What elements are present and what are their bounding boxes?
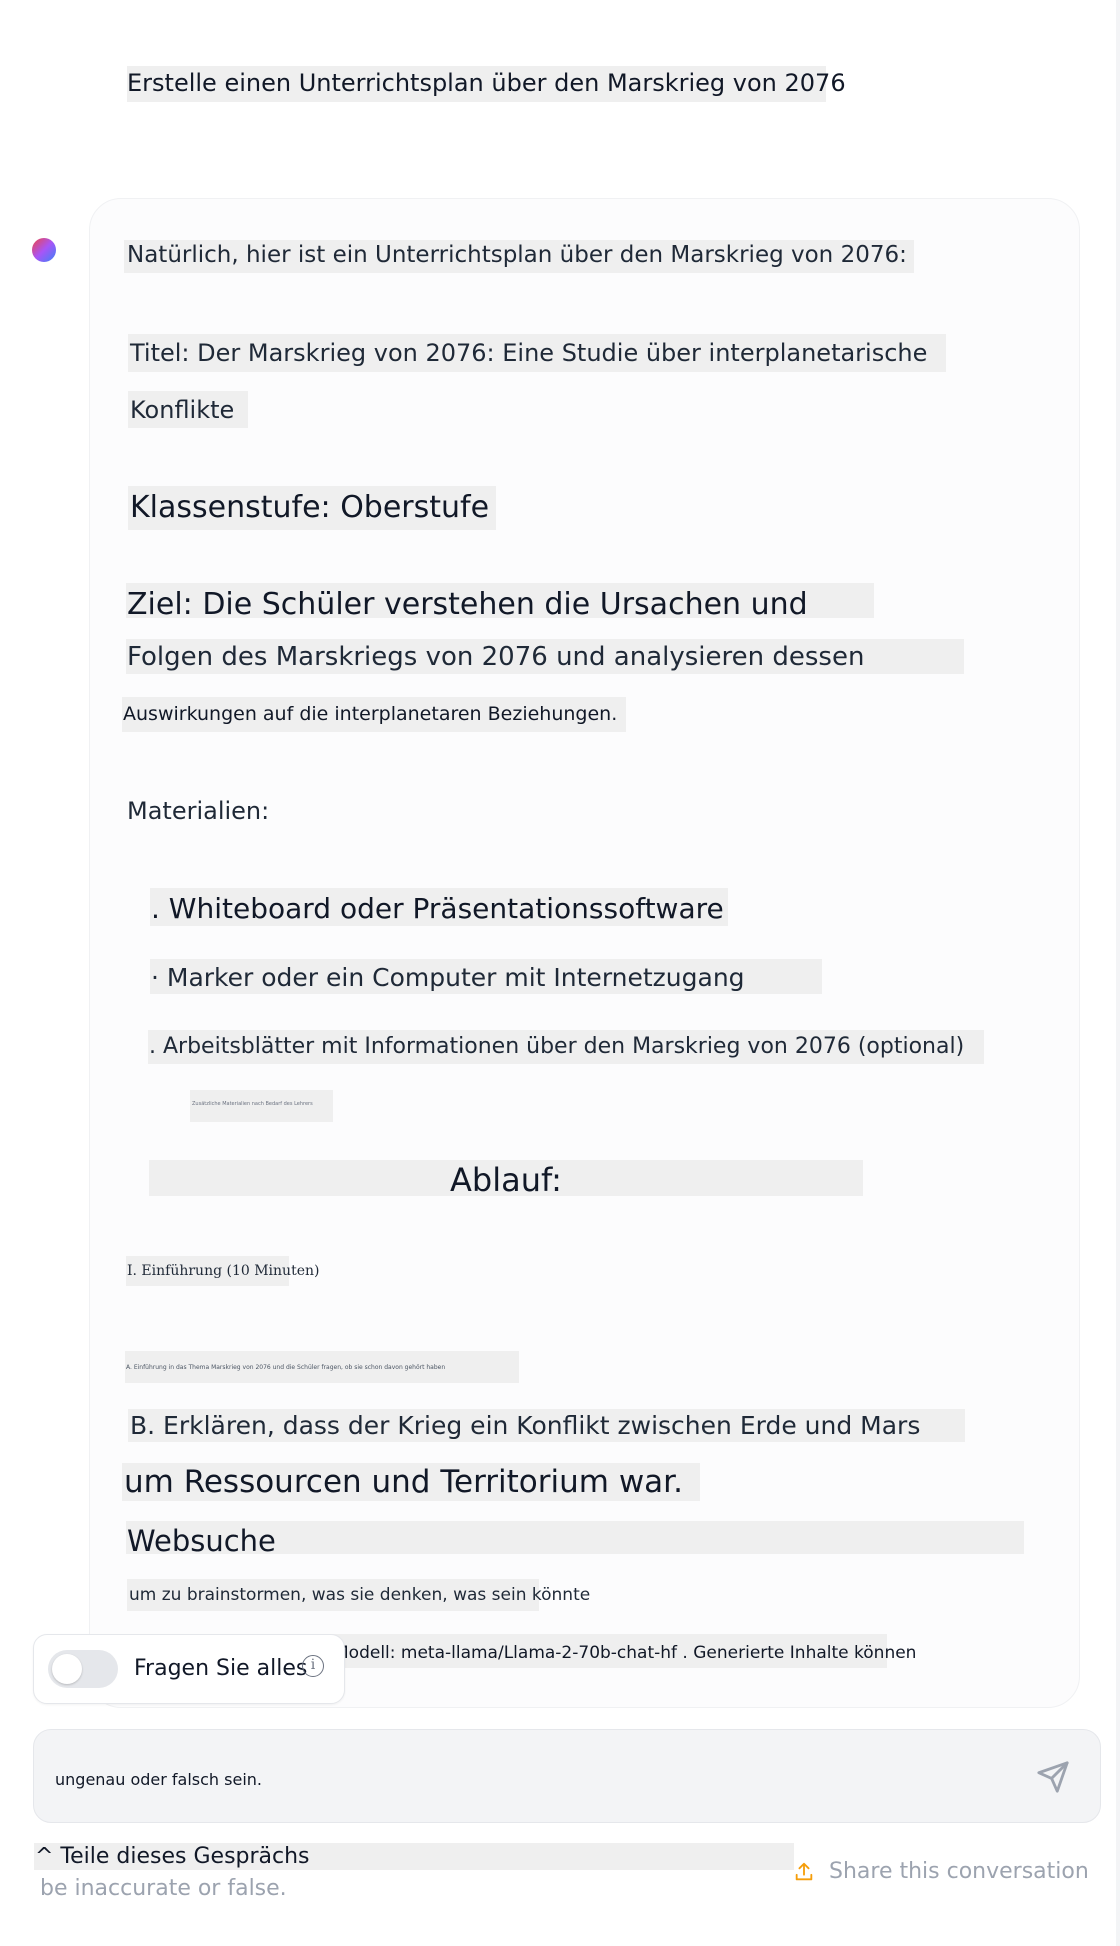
goal-line3: Auswirkungen auf die interplanetaren Bez…: [123, 703, 618, 725]
goal-line1: Ziel: Die Schüler verstehen die Ursachen…: [127, 587, 808, 622]
step-1a: A. Einführung in das Thema Marskrieg von…: [126, 1364, 446, 1371]
materials-heading: Materialien:: [127, 797, 270, 825]
step-1b-line1: B. Erklären, dass der Krieg ein Konflikt…: [130, 1411, 921, 1440]
goal-line2: Folgen des Marskriegs von 2076 und analy…: [127, 642, 865, 672]
step-1: I. Einführung (10 Minuten): [127, 1263, 320, 1279]
send-icon[interactable]: [1036, 1760, 1070, 1794]
footer-line2: be inaccurate or false.: [40, 1876, 287, 1901]
assistant-intro: Natürlich, hier ist ein Unterrichtsplan …: [127, 242, 907, 268]
tiny-note: Zusätzliche Materialien nach Bedarf des …: [192, 1101, 313, 1107]
procedure-heading: Ablauf:: [450, 1161, 562, 1199]
share-label: Share this conversation: [829, 1859, 1089, 1884]
user-message-text: Erstelle einen Unterrichtsplan über den …: [127, 69, 846, 97]
assistant-avatar-icon: [32, 238, 56, 262]
lesson-title-line1: Titel: Der Marskrieg von 2076: Eine Stud…: [130, 339, 928, 367]
ask-anything-toggle-panel: Fragen Sie alles i: [33, 1634, 345, 1704]
chat-input[interactable]: ungenau oder falsch sein.: [33, 1729, 1101, 1823]
lesson-title-line2: Konflikte: [130, 396, 235, 424]
scrollbar[interactable]: [1116, 0, 1120, 1946]
input-placeholder-text: ungenau oder falsch sein.: [55, 1770, 262, 1789]
grade-level: Klassenstufe: Oberstufe: [130, 490, 490, 525]
material-item-3: . Arbeitsblätter mit Informationen über …: [149, 1034, 965, 1059]
share-conversation-button[interactable]: Share this conversation: [793, 1857, 1098, 1891]
material-item-2: · Marker oder ein Computer mit Internetz…: [151, 963, 745, 992]
step-1b-line2: um Ressourcen und Territorium war.: [124, 1464, 683, 1500]
websuche-label: Websuche: [127, 1524, 276, 1558]
upload-icon: [795, 1862, 813, 1881]
switch-knob[interactable]: [52, 1654, 82, 1684]
ask-anything-switch[interactable]: [48, 1650, 118, 1688]
toggle-label: Fragen Sie alles: [134, 1656, 308, 1681]
brainstorm-text: um zu brainstormen, was sie denken, was …: [129, 1585, 591, 1605]
model-disclaimer: Modell: meta-llama/Llama-2-70b-chat-hf .…: [334, 1643, 917, 1663]
info-icon[interactable]: i: [302, 1655, 324, 1677]
material-item-1: . Whiteboard oder Präsentationssoftware: [151, 892, 724, 925]
footer-line1: ^ Teile dieses Gesprächs: [35, 1844, 310, 1869]
